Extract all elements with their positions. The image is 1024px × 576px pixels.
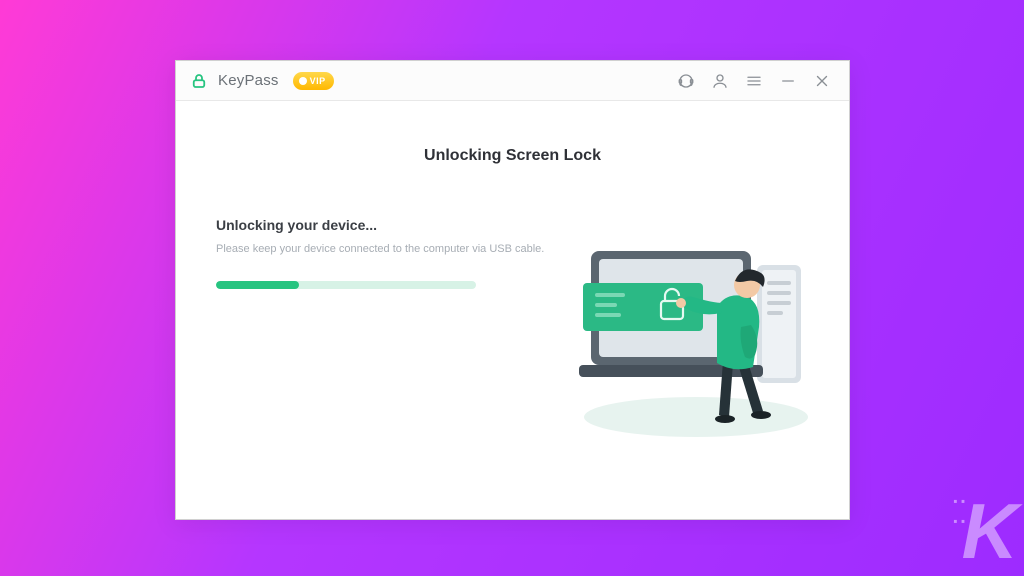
progress-fill <box>216 281 299 289</box>
menu-icon[interactable] <box>741 68 767 94</box>
app-window: KeyPass VIP <box>175 60 850 520</box>
page-title: Unlocking Screen Lock <box>216 147 809 165</box>
watermark-letter: K <box>962 492 1014 570</box>
app-name: KeyPass <box>218 72 279 89</box>
watermark-dots-icon: ∙∙∙∙ <box>953 492 968 532</box>
support-icon[interactable] <box>673 68 699 94</box>
titlebar: KeyPass VIP <box>176 61 849 101</box>
minimize-button[interactable] <box>775 68 801 94</box>
chat-bubble-icon <box>299 77 307 85</box>
vip-label: VIP <box>310 76 326 86</box>
vip-badge[interactable]: VIP <box>293 72 334 90</box>
k-watermark: ∙∙∙∙ K <box>947 492 1014 570</box>
user-icon[interactable] <box>707 68 733 94</box>
close-button[interactable] <box>809 68 835 94</box>
content-area: Unlocking Screen Lock Unlocking your dev… <box>176 101 849 519</box>
lock-icon <box>190 72 208 90</box>
unlock-illustration <box>561 229 821 439</box>
progress-bar <box>216 281 476 289</box>
